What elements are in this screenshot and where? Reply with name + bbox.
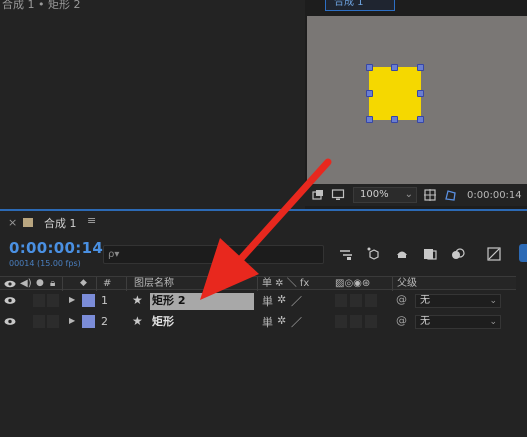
chevron-down-icon: ⌄: [489, 317, 497, 327]
quality-switch-icon[interactable]: ／: [291, 293, 302, 309]
monitor-icon[interactable]: [331, 188, 345, 202]
lock-toggle[interactable]: [47, 315, 59, 328]
transform-handle[interactable]: [366, 90, 373, 97]
current-time-display[interactable]: 0:00:00:14: [9, 239, 103, 257]
motion-blur-icon[interactable]: [450, 246, 466, 262]
parent-value: 无: [420, 295, 430, 306]
expand-triangle-icon[interactable]: ▶: [69, 295, 75, 304]
label-tag-icon[interactable]: ◆: [80, 277, 87, 290]
column-number-header: #: [103, 278, 112, 289]
transform-handle[interactable]: [366, 116, 373, 123]
layer-name-field[interactable]: 矩形 2: [150, 293, 254, 310]
collapse-switch-icon[interactable]: ✲: [277, 293, 286, 306]
viewer-current-time[interactable]: 0:00:00:14: [467, 190, 522, 201]
transform-handle[interactable]: [366, 64, 373, 71]
column-layer-name-header[interactable]: 图层名称: [134, 277, 174, 290]
transform-handle[interactable]: [391, 64, 398, 71]
snapshot-icon[interactable]: [311, 188, 325, 202]
effect-switch[interactable]: [335, 315, 347, 328]
grid-guide-icon[interactable]: [423, 188, 437, 202]
parent-select[interactable]: 无 ⌄: [415, 294, 501, 308]
zoom-value: 100%: [360, 189, 389, 200]
switch-extra-icons: ▨◎◉⊛: [335, 278, 371, 289]
close-icon[interactable]: ×: [8, 216, 17, 229]
shape-layer-star-icon: ★: [132, 293, 143, 307]
layer-column-header: ◀) ● 🔒︎ ◆ # 图层名称 单 ✲ ＼ fx ▨◎◉⊛ 父级: [0, 276, 516, 291]
eye-icon[interactable]: [4, 296, 16, 305]
eye-icon[interactable]: [4, 317, 16, 326]
composition-canvas[interactable]: [307, 16, 527, 184]
frame-blend-switch[interactable]: [350, 294, 362, 307]
layer-name-field[interactable]: 矩形: [150, 314, 174, 331]
speaker-icon[interactable]: ◀): [20, 277, 32, 290]
label-color-swatch[interactable]: [82, 294, 95, 307]
effect-switch[interactable]: [335, 294, 347, 307]
parent-value: 无: [420, 316, 430, 327]
column-switches-header: 单 ✲ ＼ fx: [262, 278, 310, 289]
zoom-select[interactable]: 100% ⌄: [353, 187, 417, 203]
solo-icon[interactable]: ●: [36, 277, 44, 290]
motion-blur-switch[interactable]: [365, 294, 377, 307]
collapse-switch-icon[interactable]: ✲: [277, 314, 286, 327]
panel-separator: [0, 209, 527, 211]
timeline-tab-bar: × 合成 1 ≡: [0, 214, 527, 232]
shape-layer-star-icon: ★: [132, 314, 143, 328]
timeline-tools: [338, 246, 502, 262]
shy-layers-icon[interactable]: [394, 246, 410, 262]
motion-blur-switch[interactable]: [365, 315, 377, 328]
column-parent-header: 父级: [397, 278, 417, 289]
lock-icon[interactable]: 🔒︎: [50, 277, 55, 290]
lock-toggle[interactable]: [47, 294, 59, 307]
label-color-swatch[interactable]: [82, 315, 95, 328]
frame-rate-label: 00014 (15.00 fps): [9, 259, 81, 268]
parent-select[interactable]: 无 ⌄: [415, 315, 501, 329]
panel-edge-indicator: [519, 244, 527, 262]
shy-switch-icon[interactable]: 単: [262, 314, 273, 330]
expand-triangle-icon[interactable]: ▶: [69, 316, 75, 325]
solo-toggle[interactable]: [33, 315, 45, 328]
chevron-down-icon: ⌄: [404, 189, 413, 200]
mask-visibility-icon[interactable]: [443, 188, 457, 202]
frame-blend-switch[interactable]: [350, 315, 362, 328]
shy-switch-icon[interactable]: 単: [262, 293, 273, 309]
yellow-rectangle-shape[interactable]: [369, 67, 421, 120]
composition-icon: [23, 218, 33, 227]
graph-editor-icon[interactable]: [486, 246, 502, 262]
timeline-comp-tab[interactable]: 合成 1: [44, 215, 77, 231]
layer-number: 1: [101, 294, 108, 307]
transform-handle[interactable]: [417, 90, 424, 97]
eye-icon[interactable]: [4, 280, 16, 288]
layer-search-input[interactable]: ρ▾: [103, 245, 324, 264]
composition-mini-flowchart-icon[interactable]: [338, 246, 354, 262]
layer-number: 2: [101, 315, 108, 328]
solo-toggle[interactable]: [33, 294, 45, 307]
layer-row[interactable]: ▶ 2 ★ 矩形 単 ✲ ／ @ 无 ⌄: [0, 312, 516, 332]
panel-menu-icon[interactable]: ≡: [87, 214, 96, 227]
breadcrumb: 合成 1 • 矩形 2: [2, 0, 81, 11]
chevron-down-icon: ⌄: [489, 296, 497, 306]
layer-row[interactable]: ▶ 1 ★ 矩形 2 単 ✲ ／ @ 无 ⌄: [0, 291, 516, 311]
transform-handle[interactable]: [417, 64, 424, 71]
pickwhip-icon[interactable]: @: [396, 293, 407, 306]
viewer-tab-composition[interactable]: 合成 1: [325, 0, 395, 11]
composition-viewer: 合成 1 100% ⌄ 0:00:00:14: [305, 0, 527, 210]
frame-blending-icon[interactable]: [422, 246, 438, 262]
project-panel: 合成 1 • 矩形 2: [0, 0, 302, 208]
viewer-toolbar: 100% ⌄ 0:00:00:14: [305, 184, 527, 206]
transform-handle[interactable]: [417, 116, 424, 123]
pickwhip-icon[interactable]: @: [396, 314, 407, 327]
transform-handle[interactable]: [391, 116, 398, 123]
quality-switch-icon[interactable]: ／: [291, 314, 302, 330]
draft-3d-icon[interactable]: [366, 246, 382, 262]
